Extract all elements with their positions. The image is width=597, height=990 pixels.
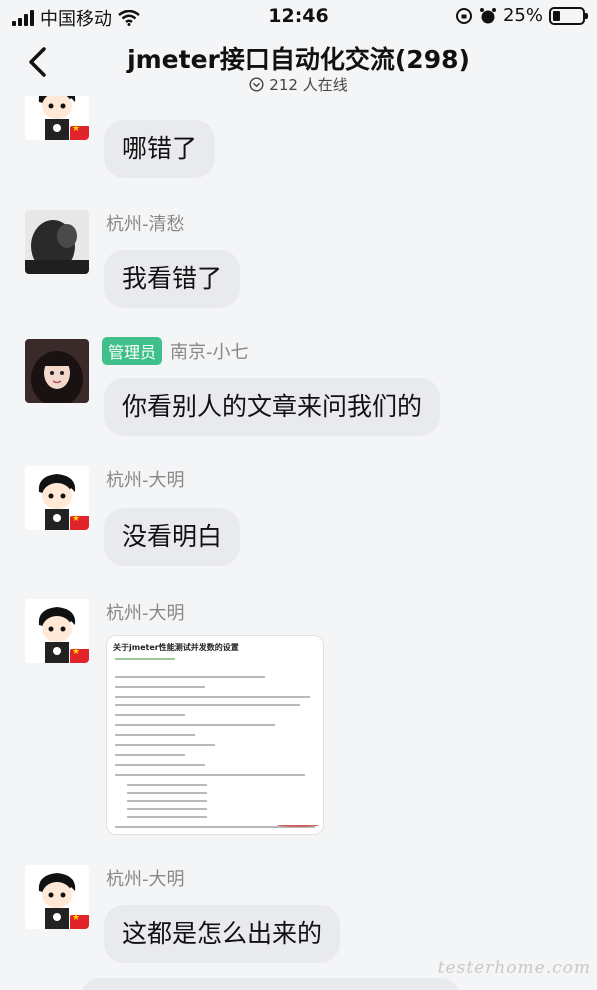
battery-fill [553, 10, 560, 21]
doc-line [127, 808, 207, 810]
admin-badge: 管理员 [102, 337, 163, 365]
chat-list[interactable]: 哪错了 杭州-清愁 我看错了 [0, 96, 597, 990]
doc-line [127, 800, 207, 802]
message-bubble[interactable]: 没看明白 [104, 508, 241, 566]
chevron-down-circle-icon [249, 77, 264, 92]
doc-line [115, 764, 205, 766]
status-bar: 中国移动 12:46 25% [0, 0, 597, 32]
battery-percent: 25% [502, 5, 543, 26]
sender-name: 杭州-清愁 [106, 210, 185, 236]
sender-name: 管理员 南京-小七 [102, 337, 249, 365]
avatar[interactable] [25, 210, 89, 274]
online-count[interactable]: 212 人在线 [0, 74, 597, 95]
doc-line [115, 704, 300, 706]
sender-name-label: 杭州-清愁 [106, 214, 185, 235]
sender-name: 杭州-大明 [106, 865, 185, 891]
online-count-label: 212 人在线 [269, 76, 348, 94]
sender-name-label: 杭州-大明 [106, 603, 185, 624]
avatar[interactable] [25, 865, 89, 929]
annotation-underline [277, 823, 319, 827]
doc-line [115, 676, 265, 678]
sender-name-label: 杭州-大明 [106, 869, 185, 890]
nav-bar: jmeter接口自动化交流(298) 212 人在线 [0, 32, 597, 96]
avatar[interactable] [25, 339, 89, 403]
alarm-icon [479, 7, 496, 23]
doc-line [115, 774, 305, 776]
sender-name: 杭州-大明 [106, 466, 185, 492]
flag-icon [70, 514, 89, 530]
status-right: 25% [455, 5, 588, 26]
message-bubble[interactable]: 你看别人的文章来问我们的 [104, 378, 441, 436]
flag-icon [70, 124, 89, 140]
flag-icon [70, 913, 89, 929]
doc-line [115, 658, 175, 660]
avatar[interactable] [25, 599, 89, 663]
photo-avatar-icon [25, 210, 89, 274]
sender-name-label: 杭州-大明 [106, 470, 185, 491]
avatar[interactable] [25, 466, 89, 530]
doc-line [115, 734, 195, 736]
flag-icon [70, 647, 89, 663]
rotation-lock-icon [455, 7, 472, 24]
message-bubble[interactable]: 我看错了 [104, 250, 241, 308]
message-bubble[interactable]: 这都是怎么出来的 [104, 905, 341, 963]
doc-line [127, 816, 207, 818]
doc-line [127, 792, 207, 794]
watermark: testerhome.com [437, 958, 591, 978]
doc-line [115, 696, 310, 698]
group-title[interactable]: jmeter接口自动化交流(298) [0, 40, 597, 76]
doc-line [115, 744, 215, 746]
doc-line [127, 784, 207, 786]
doc-line [115, 754, 185, 756]
doc-line [115, 686, 205, 688]
message-bubble-partial[interactable] [80, 978, 460, 990]
message-bubble[interactable]: 哪错了 [104, 120, 216, 178]
photo-avatar-icon [25, 339, 89, 403]
sender-name: 杭州-大明 [106, 599, 185, 625]
doc-line [115, 724, 275, 726]
battery-icon [549, 6, 588, 25]
image-doc-title: 关于jmeter性能测试并发数的设置 [113, 643, 239, 652]
sender-name-label: 南京-小七 [170, 342, 249, 363]
image-message[interactable]: 关于jmeter性能测试并发数的设置 [106, 635, 324, 835]
doc-line [115, 714, 185, 716]
avatar[interactable] [25, 96, 89, 140]
